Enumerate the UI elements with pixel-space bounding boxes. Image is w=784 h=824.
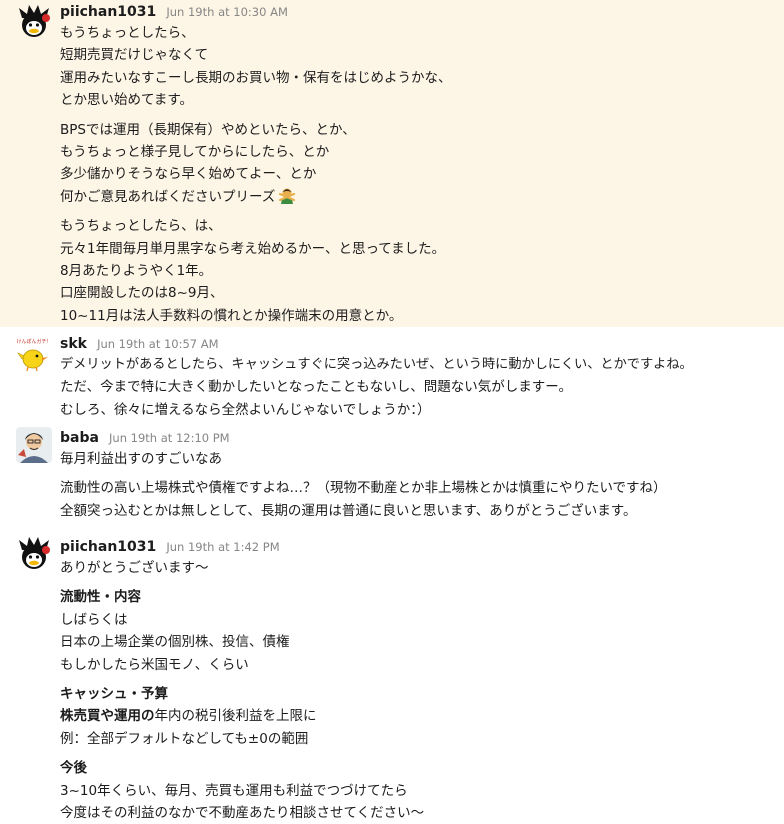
illustrated-person-avatar-icon	[16, 427, 52, 463]
message-line: 全額突っ込むとかは無しとして、長期の運用は普通に良いと思います、ありがとうござい…	[60, 502, 637, 519]
avatar-piichan[interactable]	[16, 4, 52, 40]
message-line: 毎月利益出すのすごいなあ	[60, 451, 222, 467]
message-header: baba Jun 19th at 12:10 PM	[60, 426, 780, 448]
message-paragraph: もうちょっとしたら、は、 元々1年間毎月単月黒字なら考え始めるかー、と思ってまし…	[60, 215, 780, 327]
message-line: ただ、今まで特に大きく動かしたいとなったこともないし、問題ない気がしますー。	[60, 379, 573, 396]
person-gesturing-no-emoji-icon	[279, 188, 296, 204]
message-line: もうちょっとしたら、	[60, 25, 195, 41]
message-line: 流動性の高い上場株式や債権ですよね…？（現物不動産とか非上場株とかは慎重にやりた…	[60, 480, 667, 497]
message-section: 流動性・内容 しばらくは 日本の上場企業の個別株、投信、債権 もしかしたら米国モ…	[60, 586, 780, 676]
message-line: 今度はその利益のなかで不動産あたり相談させてください〜	[60, 805, 425, 822]
timestamp[interactable]: Jun 19th at 12:10 PM	[109, 431, 230, 445]
message-line: デメリットがあるとしたら、キャッシュすぐに突っ込みたいぜ、という時に動かしにくい…	[60, 357, 693, 372]
message-line: ありがとうございます〜	[60, 560, 209, 576]
message-line: 多少儲かりそうなら早く始めてよー、とか	[60, 166, 317, 183]
username[interactable]: piichan1031	[60, 539, 156, 555]
message-section: 今後 3~10年くらい、毎月、売買も運用も利益でつづけてたら 今度はその利益のな…	[60, 757, 780, 824]
message-line: もうちょっとしたら、は、	[60, 218, 222, 235]
message-content: piichan1031 Jun 19th at 1:42 PM ありがとうござい…	[60, 535, 780, 824]
message-line: とか思い始めてます。	[60, 92, 193, 109]
message-line: 元々1年間毎月単月黒字なら考え始めるかー、と思ってました。	[60, 240, 446, 257]
avatar-baba[interactable]	[16, 427, 52, 463]
message-header: skk Jun 19th at 10:57 AM	[60, 332, 780, 354]
message-paragraph: BPSでは運用（長期保有）やめといたら、とか、 もうちょっと様子見してからにした…	[60, 119, 780, 209]
message-line: しばらくは	[60, 611, 128, 628]
username[interactable]: piichan1031	[60, 4, 156, 20]
message-content: baba Jun 19th at 12:10 PM 毎月利益出すのすごいなあ 流…	[60, 426, 780, 522]
message-paragraph: ありがとうございます〜	[60, 557, 780, 579]
section-heading: 流動性・内容	[60, 589, 141, 606]
message-header: piichan1031 Jun 19th at 1:42 PM	[60, 535, 780, 557]
message-piichan-2: piichan1031 Jun 19th at 1:42 PM ありがとうござい…	[0, 530, 784, 821]
message-line: BPSでは運用（長期保有）やめといたら、とか、	[60, 121, 356, 138]
message-line-text: 年内の税引後利益を上限に	[154, 708, 317, 725]
avatar-piichan[interactable]	[16, 536, 52, 572]
avatar-caption: けんぽんガチ！	[16, 338, 51, 345]
message-line: 3~10年くらい、毎月、売買も運用も利益でつづけてたら	[60, 782, 408, 799]
timestamp[interactable]: Jun 19th at 1:42 PM	[166, 540, 279, 554]
message-header: piichan1031 Jun 19th at 10:30 AM	[60, 0, 780, 22]
message-line: 運用みたいなすこーし長期のお買い物・保有をはじめようかな、	[60, 69, 452, 86]
message-line: 日本の上場企業の個別株、投信、債権	[60, 634, 290, 651]
message-line: 口座開設したのは8~9月、	[60, 285, 224, 302]
badtz-maru-avatar-icon	[16, 536, 52, 572]
message-line: 株売買や運用の年内の税引後利益を上限に	[60, 705, 780, 727]
message-line: 何かご意見あればくださいプリーズ	[60, 186, 780, 208]
message-piichan-1: piichan1031 Jun 19th at 10:30 AM もうちょっとし…	[0, 0, 784, 327]
username[interactable]: baba	[60, 430, 99, 446]
message-skk: けんぽんガチ！ skk Jun 19th at 10:57 AM デメリットがあ…	[0, 327, 784, 421]
bold-text: 株売買や運用の	[60, 708, 155, 725]
timestamp[interactable]: Jun 19th at 10:57 AM	[97, 337, 219, 351]
message-line: もしかしたら米国モノ、くらい	[60, 656, 249, 673]
message-line: 例：全部デフォルトなどしても±0の範囲	[60, 730, 309, 747]
message-line: 8月あたりようやく1年。	[60, 263, 213, 280]
timestamp[interactable]: Jun 19th at 10:30 AM	[166, 5, 288, 19]
avatar-skk[interactable]: けんぽんガチ！	[16, 336, 52, 372]
message-baba: baba Jun 19th at 12:10 PM 毎月利益出すのすごいなあ 流…	[0, 421, 784, 530]
message-content: skk Jun 19th at 10:57 AM デメリットがあるとしたら、キャ…	[60, 332, 780, 421]
section-heading: キャッシュ・予算	[60, 686, 168, 703]
message-content: piichan1031 Jun 19th at 10:30 AM もうちょっとし…	[60, 0, 780, 327]
message-paragraph: もうちょっとしたら、 短期売買だけじゃなくて 運用みたいなすこーし長期のお買い物…	[60, 22, 780, 112]
message-line: 短期売買だけじゃなくて	[60, 47, 209, 64]
username[interactable]: skk	[60, 336, 87, 352]
section-heading: 今後	[60, 760, 87, 777]
badtz-maru-avatar-icon	[16, 4, 52, 40]
message-paragraph: デメリットがあるとしたら、キャッシュすぐに突っ込みたいぜ、という時に動かしにくい…	[60, 354, 780, 421]
message-line: 10~11月は法人手数料の慣れとか操作端末の用意とか。	[60, 307, 403, 324]
yellow-bird-avatar-icon: けんぽんガチ！	[16, 336, 52, 372]
message-line: もうちょっと様子見してからにしたら、とか	[60, 144, 330, 161]
message-section: キャッシュ・予算 株売買や運用の年内の税引後利益を上限に 例：全部デフォルトなど…	[60, 683, 780, 750]
message-line: むしろ、徐々に増えるなら全然よいんじゃないでしょうか：）	[60, 401, 431, 418]
message-paragraph: 流動性の高い上場株式や債権ですよね…？（現物不動産とか非上場株とかは慎重にやりた…	[60, 477, 780, 522]
message-paragraph: 毎月利益出すのすごいなあ	[60, 448, 780, 470]
message-line-text: 何かご意見あればくださいプリーズ	[60, 188, 276, 205]
